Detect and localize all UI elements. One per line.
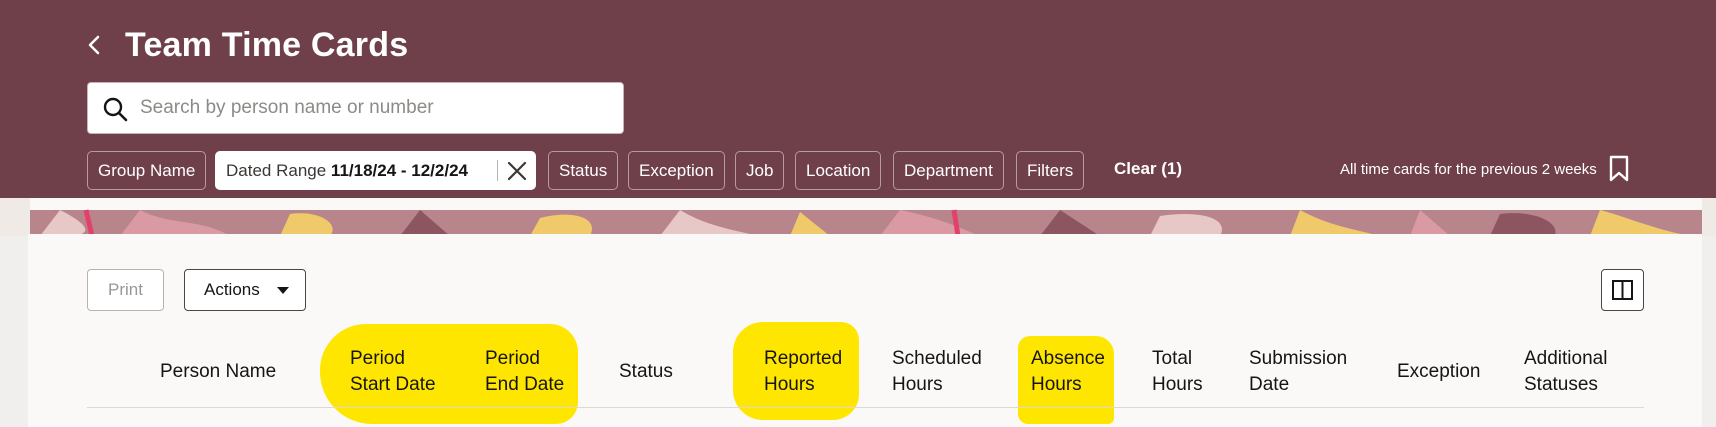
col-submission-date[interactable]: Submission Date: [1249, 346, 1347, 398]
chevron-left-icon[interactable]: [84, 34, 106, 56]
col-total-line1: Total: [1152, 348, 1193, 369]
filter-job[interactable]: Job: [735, 151, 785, 190]
dated-range-label: Dated Range: [226, 161, 327, 180]
search-icon: [103, 97, 128, 122]
chip-divider: [497, 160, 498, 181]
col-reported-line2: Hours: [764, 374, 815, 395]
col-absence-hours[interactable]: Absence Hours: [1031, 346, 1105, 398]
filter-filters[interactable]: Filters: [1016, 151, 1085, 190]
actions-button[interactable]: Actions: [184, 269, 306, 311]
search-input[interactable]: [140, 93, 600, 123]
filter-location[interactable]: Location: [795, 151, 882, 190]
columns-icon: [1612, 280, 1633, 300]
columns-button[interactable]: [1601, 269, 1644, 311]
content-card: [28, 234, 1702, 427]
col-period-start-line1: Period: [350, 348, 405, 369]
col-total-line2: Hours: [1152, 374, 1203, 395]
clear-filters-link[interactable]: Clear (1): [1114, 159, 1182, 179]
col-additional-line1: Additional: [1524, 348, 1608, 369]
filter-status[interactable]: Status: [548, 151, 619, 190]
actions-label: Actions: [204, 280, 260, 299]
col-period-start-line2: Start Date: [350, 374, 436, 395]
bookmark-icon[interactable]: [1608, 155, 1630, 183]
col-scheduled-hours[interactable]: Scheduled Hours: [892, 346, 982, 398]
caret-down-icon: [277, 287, 289, 294]
dated-range-value: 11/18/24 - 12/2/24: [330, 161, 468, 180]
filter-department[interactable]: Department: [893, 151, 1004, 190]
filter-exception[interactable]: Exception: [628, 151, 725, 190]
col-absence-line2: Hours: [1031, 374, 1082, 395]
col-absence-line1: Absence: [1031, 348, 1105, 369]
col-additional-line2: Statuses: [1524, 374, 1598, 395]
col-reported-hours[interactable]: Reported Hours: [764, 346, 842, 398]
table-header-divider: [87, 407, 1644, 408]
col-status[interactable]: Status: [619, 359, 673, 385]
col-total-hours[interactable]: Total Hours: [1152, 346, 1203, 398]
decorative-banner: [0, 198, 1716, 236]
col-period-end-line2: End Date: [485, 374, 565, 395]
search-box[interactable]: [87, 82, 624, 134]
saved-search-label[interactable]: All time cards for the previous 2 weeks: [1340, 161, 1597, 178]
col-period-end-line1: Period: [485, 348, 540, 369]
col-scheduled-line1: Scheduled: [892, 348, 982, 369]
col-submission-line1: Submission: [1249, 348, 1348, 369]
filter-dated-range[interactable]: Dated Range 11/18/24 - 12/2/24: [215, 151, 536, 190]
col-additional-statuses[interactable]: Additional Statuses: [1524, 346, 1607, 398]
filter-group-name[interactable]: Group Name: [87, 151, 207, 190]
col-period-end-date[interactable]: Period End Date: [485, 346, 564, 398]
col-scheduled-line2: Hours: [892, 374, 943, 395]
page-header: Team Time Cards Group Name Dated Range 1…: [0, 0, 1716, 198]
print-button[interactable]: Print: [87, 269, 164, 311]
col-person-name[interactable]: Person Name: [160, 359, 276, 385]
col-period-start-date[interactable]: Period Start Date: [350, 346, 436, 398]
col-submission-line2: Date: [1249, 374, 1290, 395]
close-icon[interactable]: [506, 160, 528, 182]
page-title: Team Time Cards: [125, 26, 409, 64]
col-reported-line1: Reported: [764, 348, 843, 369]
col-exception[interactable]: Exception: [1397, 359, 1480, 385]
